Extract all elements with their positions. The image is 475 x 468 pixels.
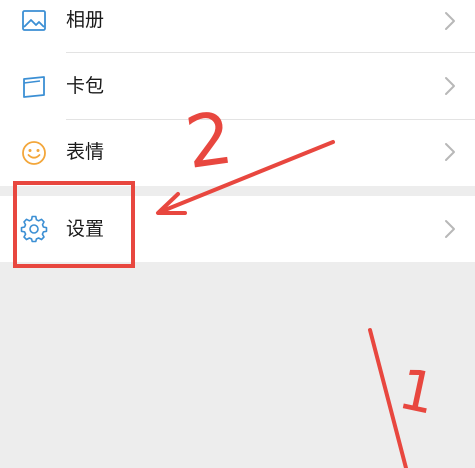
annotation-step-one: 1 — [393, 357, 441, 428]
menu-item-settings[interactable]: 设置 — [0, 196, 475, 262]
menu-item-label: 表情 — [66, 141, 105, 163]
card-wallet-icon — [20, 73, 48, 101]
photo-icon — [20, 7, 48, 35]
menu-group-top: 相册 卡包 表情 — [0, 0, 475, 186]
smiley-icon — [20, 139, 48, 167]
menu-item-album[interactable]: 相册 — [0, 0, 475, 52]
chevron-right-icon — [443, 140, 457, 164]
chevron-right-icon — [443, 217, 457, 241]
menu-item-label: 设置 — [66, 218, 105, 240]
menu-item-sticker[interactable]: 表情 — [0, 120, 475, 186]
menu-item-label: 相册 — [66, 9, 105, 31]
menu-item-label: 卡包 — [66, 75, 105, 97]
annotation-arrow-line — [368, 328, 408, 468]
chevron-right-icon — [443, 74, 457, 98]
chevron-right-icon — [443, 9, 457, 33]
menu-group-settings: 设置 — [0, 196, 475, 262]
menu-item-card-wallet[interactable]: 卡包 — [0, 53, 475, 119]
gear-icon — [20, 215, 48, 243]
